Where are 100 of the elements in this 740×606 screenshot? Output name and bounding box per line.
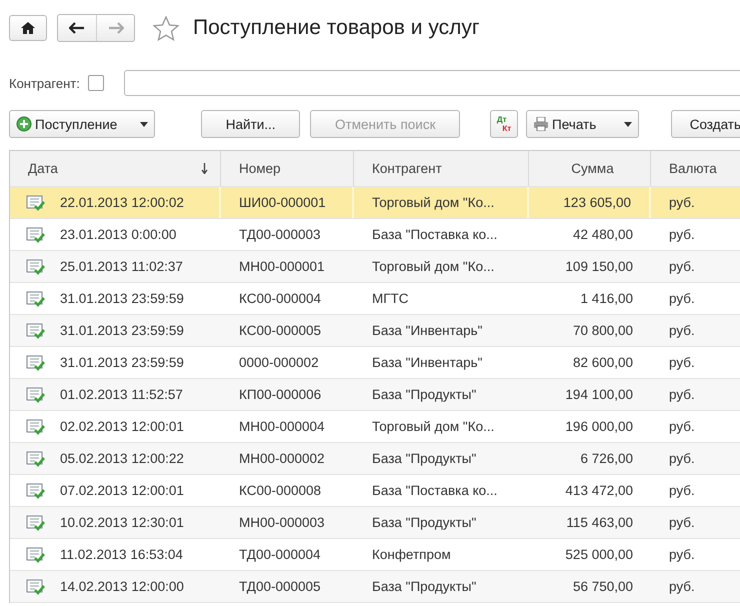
table-cell: МГТС <box>372 291 409 306</box>
star-icon[interactable] <box>153 16 179 40</box>
table-cell: 25.01.2013 11:02:37 <box>60 259 183 274</box>
table-row[interactable]: 31.01.2013 23:59:59 КС00-000005 База "Инвентарь" 70 800,00 руб. <box>10 315 740 347</box>
table-row[interactable]: 01.02.2013 11:52:57 КП00-000006 База "Продукты" 194 100,00 руб. <box>10 379 740 411</box>
sort-arrow-icon <box>201 163 208 174</box>
table-cell: Торговый дом "Ко... <box>372 195 494 210</box>
table-cell: МН00-000002 <box>239 451 325 466</box>
table-cell: ТД00-000003 <box>239 227 321 242</box>
page-title: Поступление товаров и услуг <box>193 16 480 40</box>
caret-icon <box>140 122 148 126</box>
table-cell: КС00-000008 <box>239 483 322 498</box>
document-check-icon <box>26 290 46 306</box>
table-cell: руб. <box>669 451 695 466</box>
table-cell: Торговый дом "Ко... <box>372 259 494 274</box>
table-cell: КС00-000005 <box>239 323 322 338</box>
arrow-left-icon <box>69 22 85 34</box>
column-header-label: Дата <box>28 161 58 176</box>
table-cell: База "Инвентарь" <box>372 355 482 370</box>
table-cell: МН00-000003 <box>239 515 325 530</box>
table-row[interactable]: 22.01.2013 12:00:02 ШИ00-000001 Торговый дом "Ко... 123 605,00 руб. <box>10 187 740 219</box>
column-header-label: Номер <box>239 161 281 176</box>
table-cell: 525 000,00 <box>565 547 633 562</box>
toolbar-button[interactable]: Создать <box>670 110 740 138</box>
table-cell: 22.01.2013 12:00:02 <box>60 195 184 210</box>
table-cell: База "Продукты" <box>372 387 476 402</box>
column-header-label: Валюта <box>669 161 717 176</box>
table-cell: База "Продукты" <box>372 579 476 594</box>
menu-button[interactable]: Поступление <box>9 110 156 138</box>
table-cell: ТД00-000004 <box>239 547 321 562</box>
filter-checkbox[interactable] <box>88 75 104 91</box>
document-check-icon <box>26 322 46 338</box>
table-cell: База "Продукты" <box>372 451 476 466</box>
table-cell: 05.02.2013 12:00:22 <box>60 451 184 466</box>
printer-icon <box>533 117 550 131</box>
filter-field[interactable] <box>124 70 740 96</box>
table-row[interactable]: 25.01.2013 11:02:37 МН00-000001 Торговый дом "Ко... 109 150,00 руб. <box>10 251 740 283</box>
table-cell: База "Поставка ко... <box>372 483 498 498</box>
document-check-icon <box>26 354 46 370</box>
table-cell: База "Продукты" <box>372 515 476 530</box>
column-header-label: Контрагент <box>372 161 442 176</box>
table-cell: ТД00-000005 <box>239 579 321 594</box>
table-cell: База "Поставка ко... <box>372 227 498 242</box>
table-cell: 56 750,00 <box>572 579 633 594</box>
table-cell: 10.02.2013 12:30:01 <box>60 515 184 530</box>
table-cell: 194 100,00 <box>565 387 633 402</box>
document-check-icon <box>26 482 46 498</box>
table-cell: руб. <box>669 323 695 338</box>
table-cell: 1 416,00 <box>580 291 633 306</box>
table-cell: Торговый дом "Ко... <box>372 419 494 434</box>
home-button[interactable] <box>9 15 47 41</box>
menu-button[interactable]: Печать <box>526 110 639 138</box>
table-cell: 01.02.2013 11:52:57 <box>60 387 183 402</box>
table-cell: ШИ00-000001 <box>239 195 326 210</box>
table-row[interactable]: 05.02.2013 12:00:22 МН00-000002 База "Продукты" 6 726,00 руб. <box>10 443 740 475</box>
table-row[interactable]: 10.02.2013 12:30:01 МН00-000003 База "Продукты" 115 463,00 руб. <box>10 507 740 539</box>
table-cell: 196 000,00 <box>565 419 633 434</box>
arrow-right-icon <box>108 22 124 34</box>
table-cell: 413 472,00 <box>565 483 633 498</box>
table-cell: МН00-000001 <box>239 259 325 274</box>
table-cell: КП00-000006 <box>239 387 322 402</box>
table-cell: 11.02.2013 16:53:04 <box>60 547 183 562</box>
document-check-icon <box>26 418 46 434</box>
table-cell: МН00-000004 <box>239 419 325 434</box>
table-cell: руб. <box>669 387 695 402</box>
table-cell: КС00-000004 <box>239 291 322 306</box>
table-cell: 115 463,00 <box>566 515 633 530</box>
table-cell: руб. <box>669 291 695 306</box>
filter-label: Контрагент: <box>9 76 80 90</box>
table-cell: руб. <box>669 227 695 242</box>
table-cell: руб. <box>669 419 695 434</box>
document-check-icon <box>26 226 46 242</box>
table-cell: руб. <box>669 483 695 498</box>
table-row[interactable]: 14.02.2013 12:00:00 ТД00-000005 База "Продукты" 56 750,00 руб. <box>10 571 740 603</box>
home-icon <box>21 22 35 34</box>
toolbar-button[interactable]: Найти... <box>201 110 300 138</box>
table-cell: руб. <box>669 547 695 562</box>
document-check-icon <box>26 450 46 466</box>
document-check-icon <box>26 258 46 274</box>
table-cell: 42 480,00 <box>572 227 633 242</box>
table-cell: руб. <box>669 515 695 530</box>
document-check-icon <box>26 578 46 594</box>
dt-kt-button[interactable]: Дт Кт <box>490 110 518 138</box>
document-check-icon <box>26 194 46 210</box>
caret-icon <box>624 122 632 126</box>
table-cell: 02.02.2013 12:00:01 <box>60 419 184 434</box>
table-cell: 07.02.2013 12:00:01 <box>60 483 184 498</box>
document-check-icon <box>26 546 46 562</box>
table-cell: База "Инвентарь" <box>372 323 482 338</box>
table-cell: руб. <box>669 355 695 370</box>
table-cell: 0000-000002 <box>239 355 319 370</box>
table-cell: 6 726,00 <box>580 451 633 466</box>
table-cell: 82 600,00 <box>572 355 633 370</box>
table-cell: руб. <box>669 259 695 274</box>
table-cell: 70 800,00 <box>572 323 633 338</box>
plus-circle-icon <box>16 116 32 132</box>
table-cell: 31.01.2013 23:59:59 <box>60 355 184 370</box>
table-cell: 31.01.2013 23:59:59 <box>60 323 184 338</box>
table-cell: 23.01.2013 0:00:00 <box>60 227 176 242</box>
document-check-icon <box>26 514 46 530</box>
